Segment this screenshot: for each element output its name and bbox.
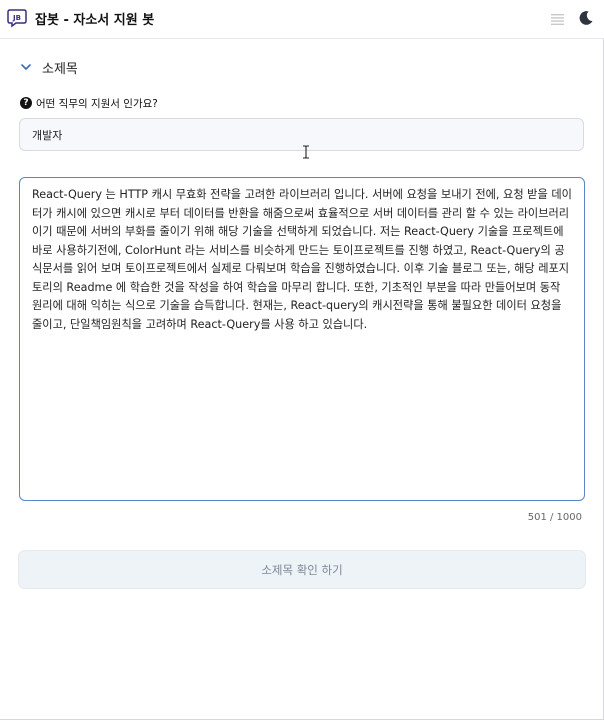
app-title: 잡봇 - 자소서 지원 봇 [35,13,155,28]
header: JB 잡봇 - 자소서 지원 봇 [0,0,604,39]
essay-textarea[interactable]: React-Query 는 HTTP 캐시 무효화 전략을 고려한 라이브러리 … [19,177,585,501]
chat-bubble-logo-icon: JB [7,8,27,28]
expander-label: 소제목 [42,61,78,77]
essay-text[interactable]: React-Query 는 HTTP 캐시 무효화 전략을 고려한 라이브러리 … [32,186,572,334]
chevron-down-icon [21,64,31,70]
question-text: 어떤 직무의 지원서 인가요? [36,97,158,110]
question-label: ? 어떤 직무의 지원서 인가요? [20,95,158,111]
confirm-subtitle-button[interactable]: 소제목 확인 하기 [18,550,586,589]
hamburger-menu-icon[interactable] [551,13,564,25]
text-cursor-icon [303,145,309,159]
moon-icon[interactable] [578,10,594,26]
expander-subtitle[interactable]: 소제목 [20,56,78,78]
svg-text:JB: JB [12,14,21,22]
app-window: JB 잡봇 - 자소서 지원 봇 소제목 ? 어떤 직무의 지원서 인가요? R… [0,0,604,720]
question-circle-icon: ? [20,97,32,109]
character-counter: 501 / 1000 [527,512,582,523]
